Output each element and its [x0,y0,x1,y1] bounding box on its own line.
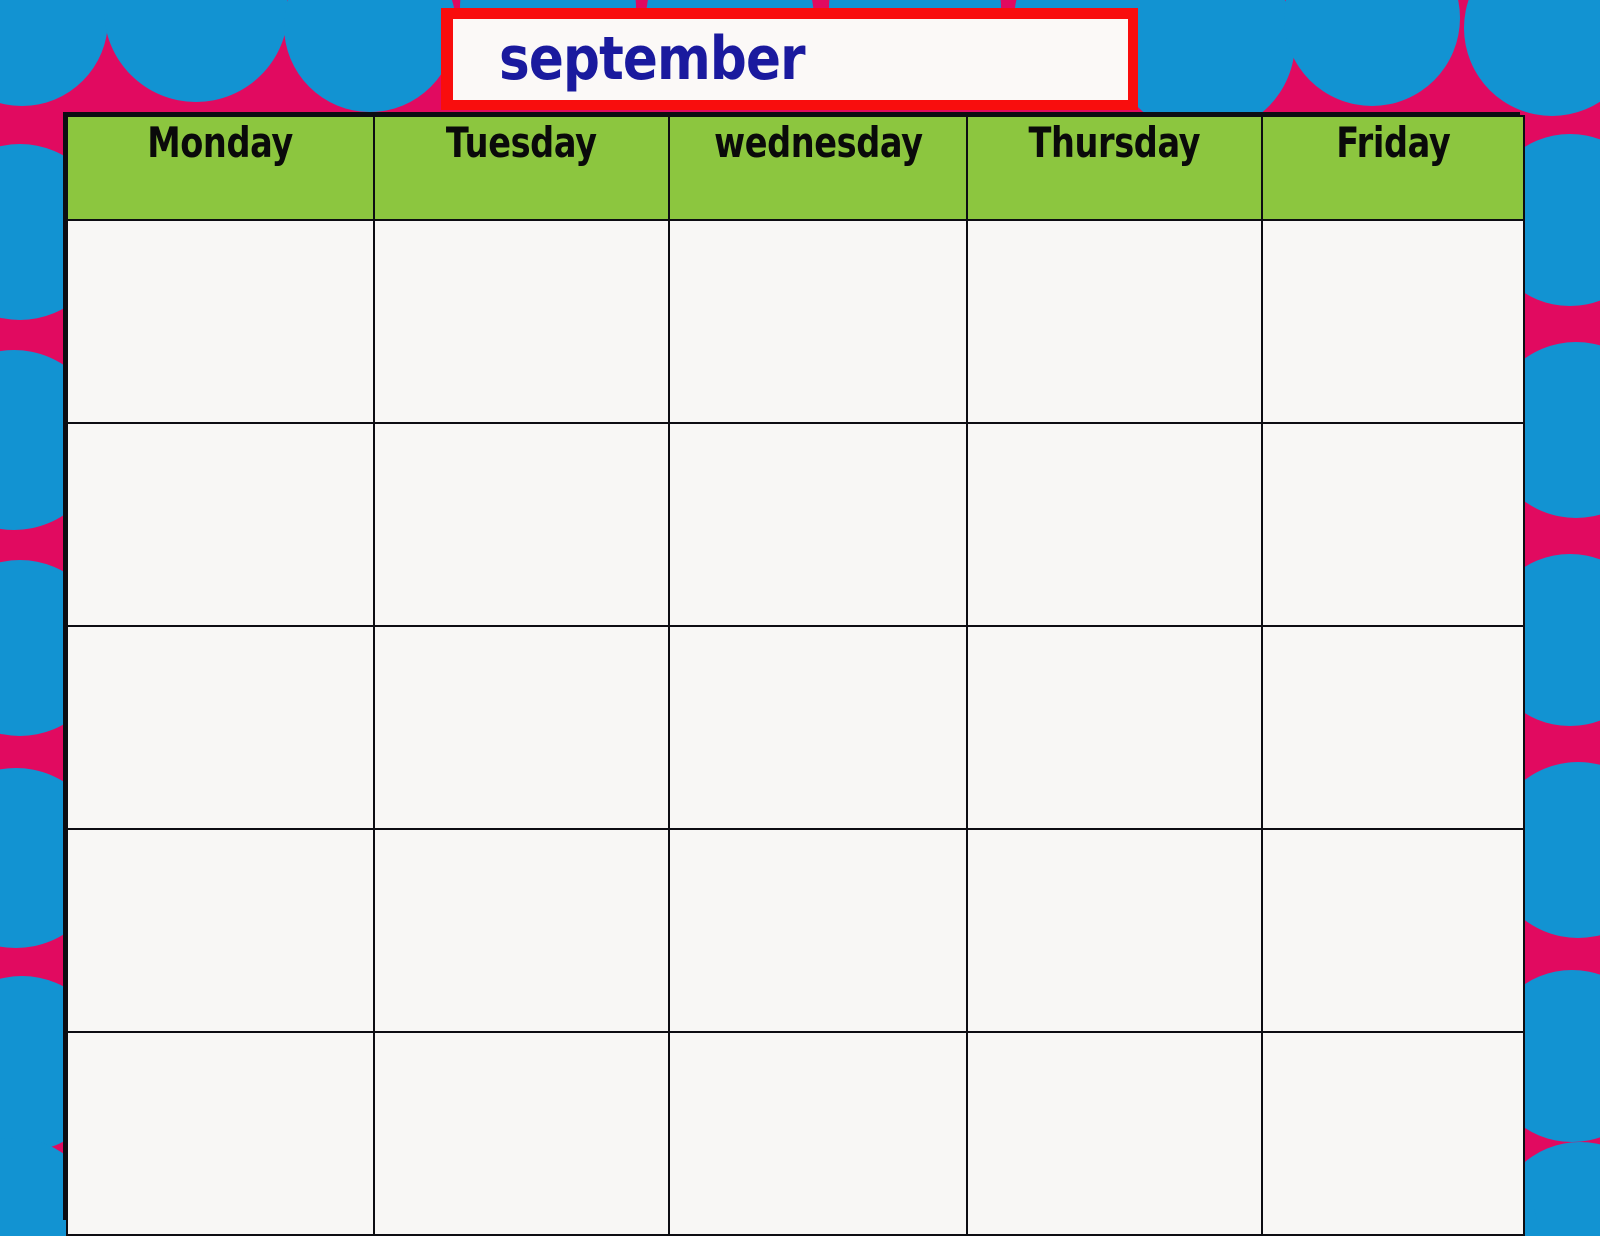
column-header-label: Tuesday [446,118,597,167]
column-header-wednesday: wednesday [668,115,968,221]
day-cell[interactable] [966,625,1263,830]
day-cell[interactable] [373,219,670,424]
day-cell[interactable] [668,1031,968,1236]
day-cell[interactable] [668,219,968,424]
day-cell[interactable] [966,1031,1263,1236]
polka-dot [1464,0,1600,116]
day-cell[interactable] [668,422,968,627]
month-title-field[interactable]: september [453,19,1128,100]
polka-dot [284,0,456,112]
day-cell[interactable] [66,1031,375,1236]
day-cell[interactable] [1261,828,1525,1033]
day-cell[interactable] [966,422,1263,627]
calendar-week-row [66,828,1525,1033]
day-cell[interactable] [668,625,968,830]
column-header-label: Thursday [1028,118,1201,167]
calendar-table: Monday Tuesday wednesday Thursday Friday [66,115,1525,1236]
day-cell[interactable] [1261,422,1525,627]
calendar-week-row [66,625,1525,830]
day-cell[interactable] [966,828,1263,1033]
polka-dot [1284,0,1460,106]
day-cell[interactable] [66,219,375,424]
column-header-thursday: Thursday [966,115,1263,221]
calendar-grid: Monday Tuesday wednesday Thursday Friday [63,112,1525,1236]
day-cell[interactable] [373,828,670,1033]
calendar-week-row [66,1031,1525,1236]
column-header-monday: Monday [66,115,375,221]
day-cell[interactable] [1261,625,1525,830]
column-header-label: Monday [147,118,294,167]
day-cell[interactable] [66,625,375,830]
calendar-week-row [66,219,1525,424]
column-header-label: Friday [1335,118,1451,167]
column-header-label: wednesday [713,118,923,167]
day-cell[interactable] [668,828,968,1033]
calendar-week-row [66,422,1525,627]
polka-dot [0,0,108,106]
calendar-header-row: Monday Tuesday wednesday Thursday Friday [66,115,1525,221]
day-cell[interactable] [373,625,670,830]
day-cell[interactable] [373,1031,670,1236]
month-title-text: september [499,23,806,94]
day-cell[interactable] [66,422,375,627]
month-title-plaque: september [441,8,1138,110]
day-cell[interactable] [373,422,670,627]
calendar-page: september Monday Tuesday wednesday Thurs… [0,0,1600,1236]
day-cell[interactable] [1261,1031,1525,1236]
day-cell[interactable] [1261,219,1525,424]
column-header-tuesday: Tuesday [373,115,670,221]
day-cell[interactable] [966,219,1263,424]
calendar-body [66,219,1525,1236]
polka-dot [104,0,288,102]
day-cell[interactable] [66,828,375,1033]
column-header-friday: Friday [1261,115,1525,221]
